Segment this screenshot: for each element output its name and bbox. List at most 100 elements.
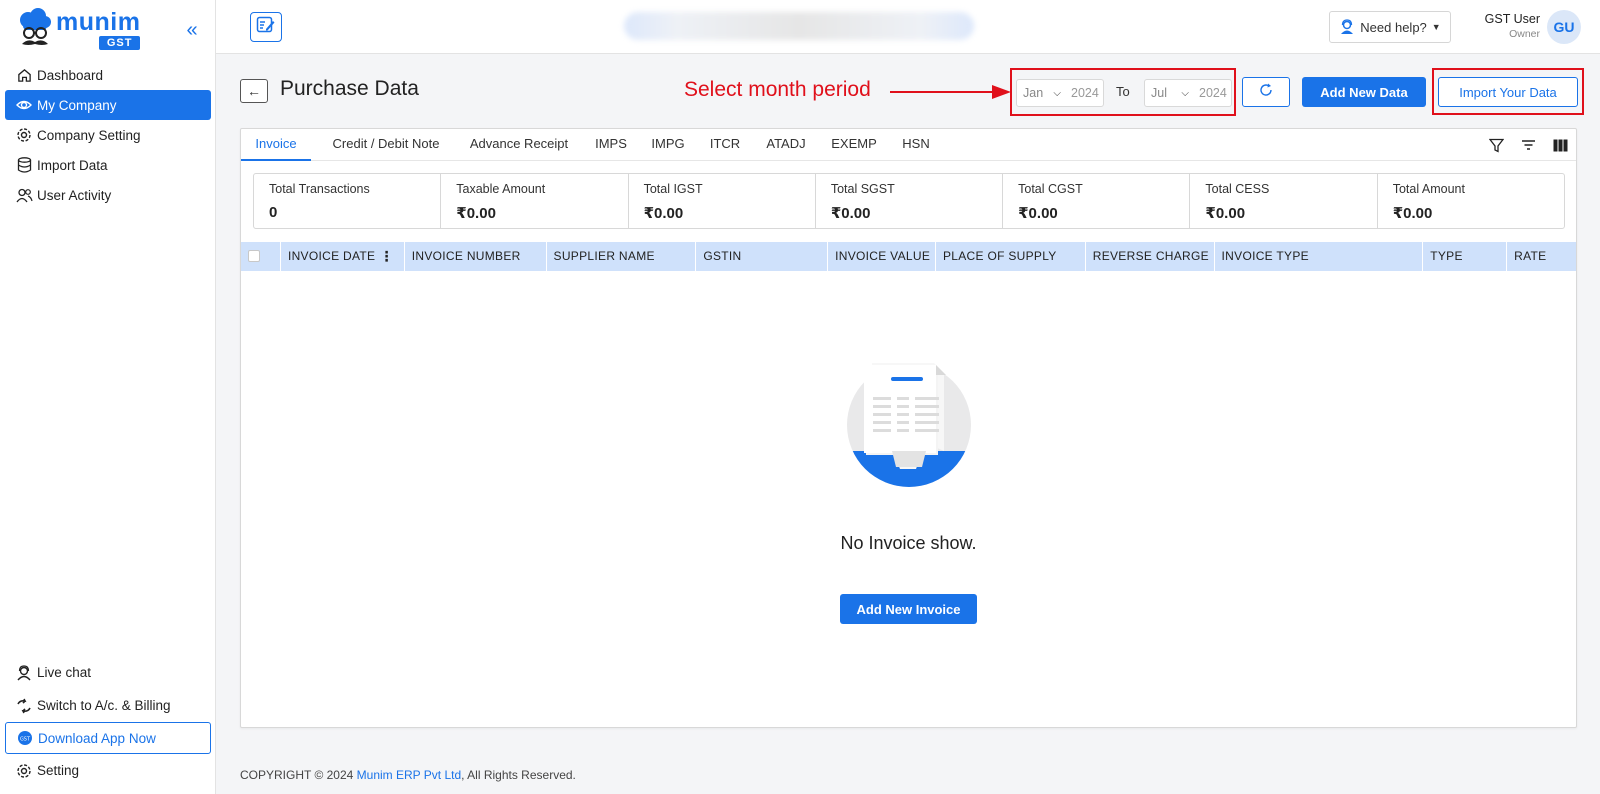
add-new-data-button[interactable]: Add New Data xyxy=(1302,77,1426,107)
sidebar-item-user-activity[interactable]: User Activity xyxy=(5,180,211,210)
sidebar-item-company-setting[interactable]: Company Setting xyxy=(5,120,211,150)
sidebar-bottom-nav: Live chat Switch to A/c. & Billing GST D… xyxy=(5,656,211,787)
tab-credit-debit-note[interactable]: Credit / Debit Note xyxy=(321,129,451,161)
sidebar-item-label: Import Data xyxy=(37,157,108,173)
user-info[interactable]: GST User Owner xyxy=(1456,12,1540,40)
notes-button[interactable] xyxy=(250,12,282,42)
page-title: Purchase Data xyxy=(280,77,419,100)
download-app-button[interactable]: GST Download App Now xyxy=(5,722,211,754)
stat-value: ₹0.00 xyxy=(1205,205,1246,222)
sidebar-item-label: Setting xyxy=(37,763,80,778)
filter-icon[interactable] xyxy=(1486,135,1506,155)
tab-exemp[interactable]: EXEMP xyxy=(826,129,882,161)
tab-itcr[interactable]: ITCR xyxy=(705,129,745,161)
copyright-prefix: COPYRIGHT © 2024 xyxy=(240,768,357,782)
sidebar-item-dashboard[interactable]: Dashboard xyxy=(5,60,211,90)
svg-text:GST: GST xyxy=(20,737,31,743)
tab-advance-receipt[interactable]: Advance Receipt xyxy=(462,129,576,161)
refresh-icon xyxy=(1259,83,1273,102)
support-agent-icon xyxy=(1339,19,1355,35)
column-header-invoice-date[interactable]: INVOICE DATE ⋮ xyxy=(281,242,405,271)
sidebar-item-switch-billing[interactable]: Switch to A/c. & Billing xyxy=(5,689,211,722)
back-button[interactable]: ← xyxy=(240,79,268,103)
gear-icon xyxy=(15,762,33,780)
gear-icon xyxy=(15,126,33,144)
column-header-invoice-value[interactable]: INVOICE VALUE xyxy=(828,242,936,271)
import-your-data-button[interactable]: Import Your Data xyxy=(1438,77,1578,107)
app-badge-icon: GST xyxy=(16,729,34,747)
table-tools xyxy=(1486,135,1570,155)
sidebar: munim GST « Dashboard My Company Company… xyxy=(0,0,216,794)
tab-atadj[interactable]: ATADJ xyxy=(760,129,812,161)
add-new-invoice-button[interactable]: Add New Invoice xyxy=(840,594,977,624)
sidebar-item-live-chat[interactable]: Live chat xyxy=(5,656,211,689)
period-selector: Jan ⌵ 2024 To Jul ⌵ 2024 xyxy=(1010,68,1236,116)
stat-total-igst: Total IGST ₹0.00 xyxy=(629,174,816,228)
to-label: To xyxy=(1116,84,1130,99)
from-month-value: Jan xyxy=(1023,86,1044,100)
tab-hsn[interactable]: HSN xyxy=(895,129,937,161)
footer: COPYRIGHT © 2024 Munim ERP Pvt Ltd, All … xyxy=(240,768,576,782)
to-year-value: 2024 xyxy=(1199,86,1227,100)
column-header-rate[interactable]: RATE xyxy=(1507,242,1576,271)
column-header-place-of-supply[interactable]: PLACE OF SUPPLY xyxy=(936,242,1086,271)
company-link[interactable]: Munim ERP Pvt Ltd xyxy=(357,768,461,782)
tab-invoice[interactable]: Invoice xyxy=(241,129,311,161)
to-month-value: Jul xyxy=(1151,86,1167,100)
annotation-text: Select month period xyxy=(684,78,871,101)
stat-value: ₹0.00 xyxy=(1392,205,1433,222)
column-header-invoice-type[interactable]: INVOICE TYPE xyxy=(1215,242,1424,271)
tab-impg[interactable]: IMPG xyxy=(646,129,690,161)
sidebar-item-label: Dashboard xyxy=(37,67,104,83)
sidebar-item-my-company[interactable]: My Company xyxy=(5,90,211,120)
database-icon xyxy=(15,156,33,174)
logo-badge: GST xyxy=(98,36,141,50)
avatar[interactable]: GU xyxy=(1547,10,1581,44)
switch-icon xyxy=(15,697,33,715)
tab-imps[interactable]: IMPS xyxy=(590,129,632,161)
munim-logo[interactable]: munim GST xyxy=(18,8,141,50)
column-label: INVOICE DATE xyxy=(287,249,376,263)
from-month-select[interactable]: Jan ⌵ 2024 xyxy=(1016,79,1104,107)
eye-icon xyxy=(15,96,33,114)
edit-note-icon xyxy=(256,16,276,39)
home-icon xyxy=(15,66,33,84)
tab-bar: Invoice Credit / Debit Note Advance Rece… xyxy=(241,129,1576,161)
column-menu-icon[interactable]: ⋮ xyxy=(379,242,393,271)
column-header-gstin[interactable]: GSTIN xyxy=(696,242,829,271)
collapse-sidebar-button[interactable]: « xyxy=(180,18,204,42)
cloud-mascot-icon xyxy=(18,8,52,50)
stat-value: ₹0.00 xyxy=(456,205,496,222)
empty-state-message: No Invoice show. xyxy=(840,533,977,553)
stat-label: Total CESS xyxy=(1205,182,1270,196)
double-chevron-left-icon: « xyxy=(186,19,198,41)
sort-lines-icon[interactable] xyxy=(1518,135,1538,155)
stat-taxable-amount: Taxable Amount ₹0.00 xyxy=(441,174,629,228)
column-header-type[interactable]: TYPE xyxy=(1423,242,1508,271)
sidebar-item-label: Download App Now xyxy=(38,730,156,746)
sidebar-item-label: User Activity xyxy=(37,187,112,203)
need-help-label: Need help? xyxy=(1360,19,1427,35)
columns-icon[interactable] xyxy=(1550,135,1570,155)
select-all-column xyxy=(241,242,281,271)
stat-total-amount: Total Amount ₹0.00 xyxy=(1378,174,1564,228)
sidebar-item-import-data[interactable]: Import Data xyxy=(5,150,211,180)
column-header-supplier-name[interactable]: SUPPLIER NAME xyxy=(547,242,697,271)
need-help-button[interactable]: Need help? ▼ xyxy=(1329,11,1451,43)
user-role: Owner xyxy=(1509,28,1540,40)
chevron-down-icon: ⌵ xyxy=(1181,87,1189,99)
sidebar-item-setting[interactable]: Setting xyxy=(5,754,211,787)
empty-state: No Invoice show. Add New Invoice xyxy=(241,359,1576,624)
refresh-button[interactable] xyxy=(1242,77,1290,107)
stat-total-sgst: Total SGST ₹0.00 xyxy=(816,174,1004,228)
blurred-company-selector[interactable] xyxy=(624,12,974,40)
sidebar-item-label: Company Setting xyxy=(37,127,141,143)
column-header-reverse-charge[interactable]: REVERSE CHARGE xyxy=(1086,242,1215,271)
stat-label: Total SGST xyxy=(830,182,895,196)
to-month-select[interactable]: Jul ⌵ 2024 xyxy=(1144,79,1232,107)
stat-value: ₹0.00 xyxy=(643,205,684,222)
select-all-checkbox[interactable] xyxy=(248,250,260,262)
chevron-down-icon: ⌵ xyxy=(1053,87,1061,99)
stat-label: Total CGST xyxy=(1018,182,1083,196)
column-header-invoice-number[interactable]: INVOICE NUMBER xyxy=(405,242,547,271)
